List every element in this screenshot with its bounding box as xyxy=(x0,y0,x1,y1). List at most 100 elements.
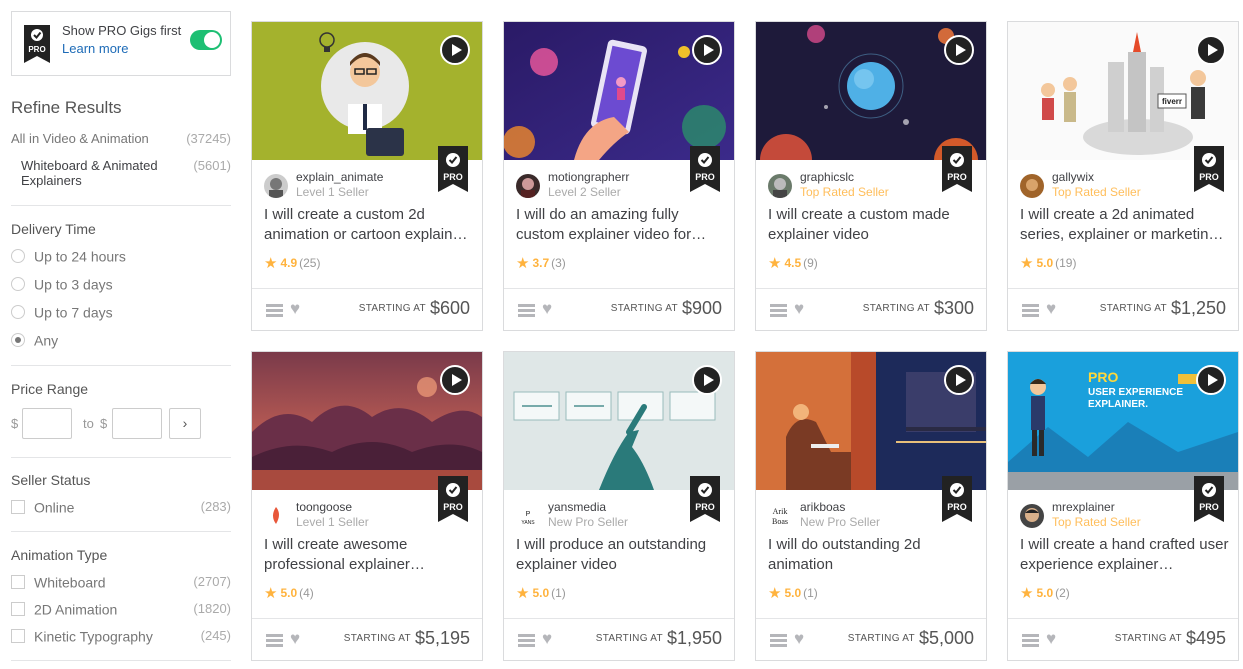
heart-icon[interactable]: ♥ xyxy=(1046,629,1056,649)
gig-title-link[interactable]: I will produce an outstanding explainer … xyxy=(516,535,726,575)
heart-icon[interactable]: ♥ xyxy=(794,299,804,319)
gig-price[interactable]: STARTING AT $495 xyxy=(1115,628,1226,649)
gig-price[interactable]: STARTING AT $5,195 xyxy=(344,628,470,649)
delivery-3d-option[interactable]: Up to 3 days xyxy=(11,275,113,293)
gig-card[interactable]: PRO explain_animate Level 1 Seller I wil… xyxy=(251,21,483,331)
radio-button xyxy=(11,305,25,320)
pro-badge-label: PRO xyxy=(947,172,967,182)
checkbox xyxy=(11,575,25,590)
gig-title-link[interactable]: I will do outstanding 2d animation xyxy=(768,535,978,575)
seller-name[interactable]: mrexplainer xyxy=(1052,500,1115,514)
heart-icon[interactable]: ♥ xyxy=(290,299,300,319)
pro-badge-label: PRO xyxy=(695,172,715,182)
gig-price[interactable]: STARTING AT $900 xyxy=(611,298,722,319)
animation-kinetic-option[interactable]: Kinetic Typography (245) xyxy=(11,627,231,645)
star-icon: ★ xyxy=(516,585,530,602)
play-video-icon[interactable] xyxy=(692,35,722,65)
gig-price[interactable]: STARTING AT $1,950 xyxy=(596,628,722,649)
gig-title-link[interactable]: I will create a hand crafted user experi… xyxy=(1020,535,1230,575)
seller-avatar[interactable] xyxy=(768,174,792,198)
heart-icon[interactable]: ♥ xyxy=(542,629,552,649)
gig-title-link[interactable]: I will create a 2d animated series, expl… xyxy=(1020,205,1230,245)
play-video-icon[interactable] xyxy=(440,35,470,65)
seller-name[interactable]: yansmedia xyxy=(548,500,606,514)
play-video-icon[interactable] xyxy=(440,365,470,395)
price-amount: $1,950 xyxy=(666,628,722,648)
price-max-input[interactable] xyxy=(112,408,162,439)
menu-icon[interactable] xyxy=(518,304,535,317)
gig-card[interactable]: PRO USER EXPERIENCE EXPLAINER. PRO mrexp… xyxy=(1007,351,1239,661)
category-all-link[interactable]: All in Video & Animation (37245) xyxy=(11,131,231,146)
menu-icon[interactable] xyxy=(266,634,283,647)
seller-online-option[interactable]: Online (283) xyxy=(11,498,231,516)
learn-more-link[interactable]: Learn more xyxy=(62,41,128,56)
seller-level: Level 1 Seller xyxy=(296,515,369,529)
delivery-any-option[interactable]: Any xyxy=(11,331,58,349)
seller-avatar[interactable] xyxy=(264,174,288,198)
delivery-24h-option[interactable]: Up to 24 hours xyxy=(11,247,126,265)
gig-title-link[interactable]: I will create a custom 2d animation or c… xyxy=(264,205,474,245)
gig-card[interactable]: PRO motiongrapherr Level 2 Seller I will… xyxy=(503,21,735,331)
seller-avatar[interactable]: Arik Boas xyxy=(768,504,792,528)
heart-icon[interactable]: ♥ xyxy=(542,299,552,319)
seller-avatar[interactable]: P YANS xyxy=(516,504,540,528)
menu-icon[interactable] xyxy=(770,634,787,647)
play-video-icon[interactable] xyxy=(944,35,974,65)
star-icon: ★ xyxy=(264,585,278,602)
heart-icon[interactable]: ♥ xyxy=(794,629,804,649)
gig-card[interactable]: fiverr PRO gallywix Top Rated Seller I w… xyxy=(1007,21,1239,331)
seller-name[interactable]: graphicslc xyxy=(800,170,854,184)
seller-avatar[interactable] xyxy=(1020,174,1044,198)
seller-name[interactable]: gallywix xyxy=(1052,170,1094,184)
gig-card[interactable]: PRO Arik Boas arikboas New Pro Seller I w… xyxy=(755,351,987,661)
play-video-icon[interactable] xyxy=(944,365,974,395)
gig-title-link[interactable]: I will create awesome professional expla… xyxy=(264,535,474,575)
menu-icon[interactable] xyxy=(1022,304,1039,317)
category-all-label: All in Video & Animation xyxy=(11,131,149,146)
price-min-input[interactable] xyxy=(22,408,72,439)
seller-status-count: (283) xyxy=(200,499,231,514)
gig-card[interactable]: PRO graphicslc Top Rated Seller I will c… xyxy=(755,21,987,331)
menu-icon[interactable] xyxy=(518,634,535,647)
animation-whiteboard-option[interactable]: Whiteboard (2707) xyxy=(11,573,231,591)
animation-type-heading: Animation Type xyxy=(11,547,108,563)
star-icon: ★ xyxy=(768,255,782,272)
heart-icon[interactable]: ♥ xyxy=(1046,299,1056,319)
pro-badge-icon: PRO xyxy=(1194,146,1224,192)
seller-name[interactable]: explain_animate xyxy=(296,170,383,184)
seller-avatar[interactable] xyxy=(516,174,540,198)
menu-icon[interactable] xyxy=(266,304,283,317)
gig-price[interactable]: STARTING AT $300 xyxy=(863,298,974,319)
gig-title-link[interactable]: I will do an amazing fully custom explai… xyxy=(516,205,726,245)
subcategory-link[interactable]: Whiteboard & Animated Explainers xyxy=(21,158,161,188)
heart-icon[interactable]: ♥ xyxy=(290,629,300,649)
seller-name[interactable]: arikboas xyxy=(800,500,845,514)
pro-gigs-toggle[interactable] xyxy=(190,30,222,50)
radio-button-checked xyxy=(11,333,25,348)
pro-badge-icon: PRO xyxy=(24,25,50,63)
pro-badge-label: PRO xyxy=(28,45,45,54)
gig-card-footer: ♥ STARTING AT $900 xyxy=(504,288,734,330)
animation-2d-option[interactable]: 2D Animation (1820) xyxy=(11,600,231,618)
gig-card[interactable]: PRO P YANS yansmedia New Pro Seller I wil… xyxy=(503,351,735,661)
divider xyxy=(11,457,231,458)
gig-title-link[interactable]: I will create a custom made explainer vi… xyxy=(768,205,978,245)
play-video-icon[interactable] xyxy=(1196,35,1226,65)
seller-name[interactable]: motiongrapherr xyxy=(548,170,629,184)
seller-avatar[interactable] xyxy=(264,504,288,528)
play-video-icon[interactable] xyxy=(692,365,722,395)
seller-name[interactable]: toongoose xyxy=(296,500,352,514)
seller-avatar[interactable] xyxy=(1020,504,1044,528)
gig-price[interactable]: STARTING AT $600 xyxy=(359,298,470,319)
menu-icon[interactable] xyxy=(1022,634,1039,647)
delivery-7d-option[interactable]: Up to 7 days xyxy=(11,303,113,321)
play-video-icon[interactable] xyxy=(1196,365,1226,395)
price-apply-button[interactable]: › xyxy=(169,408,201,439)
gig-card[interactable]: PRO toongoose Level 1 Seller I will crea… xyxy=(251,351,483,661)
gig-price[interactable]: STARTING AT $5,000 xyxy=(848,628,974,649)
gig-rating: ★ 3.7 (3) xyxy=(516,254,566,272)
rating-value: 5.0 xyxy=(532,586,550,600)
menu-icon[interactable] xyxy=(770,304,787,317)
rating-count: (1) xyxy=(803,586,818,600)
gig-price[interactable]: STARTING AT $1,250 xyxy=(1100,298,1226,319)
